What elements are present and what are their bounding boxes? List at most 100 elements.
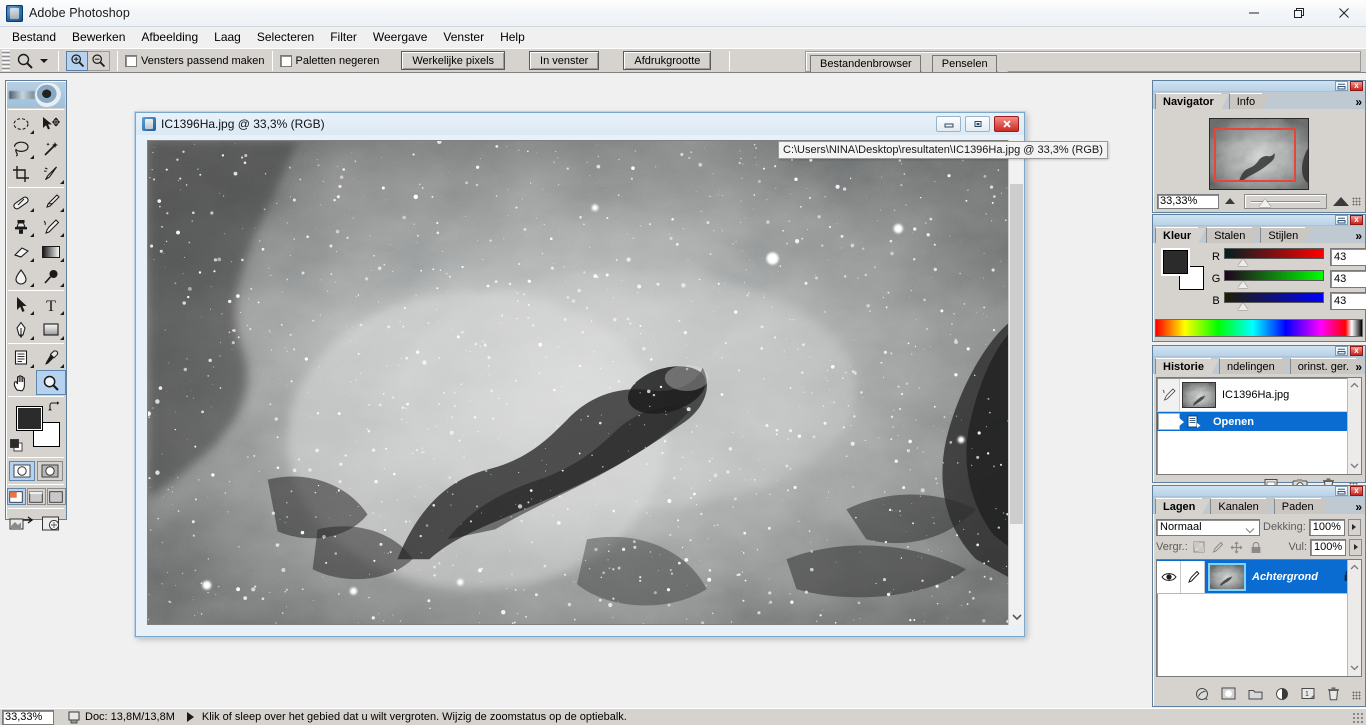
tab-kleur[interactable]: Kleur bbox=[1155, 227, 1207, 244]
close-icon[interactable]: x bbox=[1350, 346, 1363, 356]
fill-stepper[interactable] bbox=[1349, 538, 1362, 556]
opacity-input[interactable]: 100% bbox=[1308, 518, 1345, 536]
print-size-button[interactable]: Afdrukgrootte bbox=[623, 51, 712, 70]
blend-mode-select[interactable]: Normaal bbox=[1156, 518, 1260, 536]
lock-position-icon[interactable] bbox=[1229, 539, 1245, 555]
menu-weergave[interactable]: Weergave bbox=[365, 28, 435, 47]
lock-image-pixels-icon[interactable] bbox=[1210, 539, 1226, 555]
history-list[interactable]: IC1396Ha.jpg Openen bbox=[1156, 377, 1362, 475]
dodge-tool[interactable] bbox=[36, 264, 66, 289]
tab-info[interactable]: Info bbox=[1228, 93, 1271, 110]
delete-layer-icon[interactable] bbox=[1327, 686, 1340, 704]
navigator-resize-grip[interactable] bbox=[1352, 196, 1361, 206]
history-snapshot-row[interactable]: IC1396Ha.jpg bbox=[1157, 378, 1361, 412]
close-icon[interactable]: x bbox=[1350, 81, 1363, 91]
scroll-down-icon[interactable] bbox=[1350, 460, 1359, 472]
tab-stalen[interactable]: Stalen bbox=[1206, 227, 1261, 244]
menu-venster[interactable]: Venster bbox=[435, 28, 492, 47]
zoom-tool[interactable] bbox=[36, 370, 66, 395]
navigator-zoom-input[interactable]: 33,33% bbox=[1157, 193, 1219, 209]
swap-colors-icon[interactable] bbox=[48, 401, 60, 413]
fill-input[interactable]: 100% bbox=[1310, 538, 1346, 556]
zoom-in-button[interactable] bbox=[66, 50, 88, 71]
fit-on-screen-button[interactable]: In venster bbox=[529, 51, 600, 70]
tool-preset-picker[interactable] bbox=[37, 50, 51, 72]
navigator-thumbnail[interactable] bbox=[1209, 118, 1309, 190]
slider-knob[interactable] bbox=[1259, 198, 1271, 207]
imageready-icon[interactable] bbox=[41, 514, 63, 537]
tab-voorinstellingen-gereedschap[interactable]: orinst. ger. bbox=[1289, 358, 1365, 375]
close-icon[interactable]: x bbox=[1350, 215, 1363, 225]
g-value-input[interactable]: 43 bbox=[1330, 270, 1366, 288]
tab-kanalen[interactable]: Kanalen bbox=[1210, 498, 1275, 515]
full-screen-mode-button[interactable] bbox=[46, 488, 66, 505]
tab-stijlen[interactable]: Stijlen bbox=[1260, 227, 1314, 244]
r-slider[interactable] bbox=[1224, 247, 1324, 259]
scroll-up-icon[interactable] bbox=[1350, 562, 1359, 574]
new-layer-icon[interactable]: 1 bbox=[1301, 687, 1315, 703]
status-zoom-input[interactable]: 33,33% bbox=[2, 709, 54, 725]
eraser-tool[interactable] bbox=[6, 239, 36, 264]
scroll-down-icon[interactable] bbox=[1350, 662, 1359, 674]
document-minimize-button[interactable] bbox=[936, 116, 961, 132]
minimize-icon[interactable] bbox=[1335, 215, 1348, 225]
palette-menu-icon[interactable]: » bbox=[1355, 96, 1362, 108]
minimize-icon[interactable] bbox=[1335, 346, 1348, 356]
history-state-openen[interactable]: Openen bbox=[1157, 412, 1361, 431]
navigator-palette-titlebar[interactable]: x bbox=[1153, 81, 1365, 92]
lock-all-icon[interactable] bbox=[1248, 539, 1264, 555]
b-value-input[interactable]: 43 bbox=[1330, 292, 1366, 310]
r-slider-knob[interactable] bbox=[1238, 258, 1248, 266]
eyedropper-tool[interactable] bbox=[36, 345, 66, 370]
window-resize-grip[interactable] bbox=[1352, 712, 1364, 724]
history-brush-source-icon[interactable] bbox=[1158, 378, 1180, 411]
palette-menu-icon[interactable]: » bbox=[1355, 361, 1362, 373]
path-selection-tool[interactable] bbox=[6, 292, 36, 317]
zoom-tool-icon[interactable] bbox=[13, 50, 37, 72]
foreground-color-swatch[interactable] bbox=[1163, 250, 1188, 274]
menu-bestand[interactable]: Bestand bbox=[4, 28, 64, 47]
navigator-zoom-slider[interactable] bbox=[1244, 193, 1327, 209]
color-palette-titlebar[interactable]: x bbox=[1153, 215, 1365, 226]
full-screen-menubar-mode-button[interactable] bbox=[26, 488, 46, 505]
navigator-zoom-out-button[interactable] bbox=[1219, 194, 1241, 209]
layers-list[interactable]: Achtergrond bbox=[1156, 559, 1362, 677]
notes-tool[interactable] bbox=[6, 345, 36, 370]
type-tool[interactable]: T bbox=[36, 292, 66, 317]
crop-tool[interactable] bbox=[6, 161, 36, 186]
document-restore-button[interactable] bbox=[965, 116, 990, 132]
marquee-elliptical-tool[interactable] bbox=[6, 111, 36, 136]
image-canvas[interactable] bbox=[147, 140, 1013, 625]
r-value-input[interactable]: 43 bbox=[1330, 248, 1366, 266]
menu-selecteren[interactable]: Selecteren bbox=[249, 28, 322, 47]
color-spectrum-ramp[interactable] bbox=[1155, 319, 1363, 337]
layer-style-icon[interactable] bbox=[1195, 687, 1209, 704]
tab-lagen[interactable]: Lagen bbox=[1155, 498, 1211, 515]
ignore-palettes-checkbox[interactable]: Paletten negeren bbox=[279, 54, 379, 67]
jump-to-imageready-icon[interactable] bbox=[9, 514, 35, 537]
menu-help[interactable]: Help bbox=[492, 28, 533, 47]
hand-tool[interactable] bbox=[6, 370, 36, 395]
healing-brush-tool[interactable] bbox=[6, 189, 36, 214]
brush-icon[interactable] bbox=[1181, 560, 1205, 593]
scroll-up-icon[interactable] bbox=[1350, 380, 1359, 392]
b-slider[interactable] bbox=[1224, 291, 1324, 303]
status-hint-arrow-icon[interactable] bbox=[186, 712, 194, 722]
layers-palette-titlebar[interactable]: x bbox=[1153, 486, 1365, 497]
status-doc-info[interactable]: Doc: 13,8M/13,8M bbox=[62, 710, 181, 725]
lasso-tool[interactable] bbox=[6, 136, 36, 161]
history-scrollbar[interactable] bbox=[1347, 378, 1361, 474]
rectangle-shape-tool[interactable] bbox=[36, 317, 66, 342]
minimize-icon[interactable] bbox=[1335, 81, 1348, 91]
default-colors-icon[interactable] bbox=[10, 439, 23, 452]
slice-tool[interactable] bbox=[36, 161, 66, 186]
fit-windows-checkbox[interactable]: Vensters passend maken bbox=[125, 54, 265, 67]
photoshop-eye-banner[interactable] bbox=[7, 82, 65, 108]
clone-stamp-tool[interactable] bbox=[6, 214, 36, 239]
document-vertical-scrollbar[interactable] bbox=[1008, 140, 1023, 625]
palette-menu-icon[interactable]: » bbox=[1355, 230, 1362, 242]
standard-mask-mode-button[interactable] bbox=[9, 461, 35, 481]
b-slider-knob[interactable] bbox=[1238, 302, 1248, 310]
menu-bewerken[interactable]: Bewerken bbox=[64, 28, 133, 47]
palette-menu-icon[interactable]: » bbox=[1355, 501, 1362, 513]
